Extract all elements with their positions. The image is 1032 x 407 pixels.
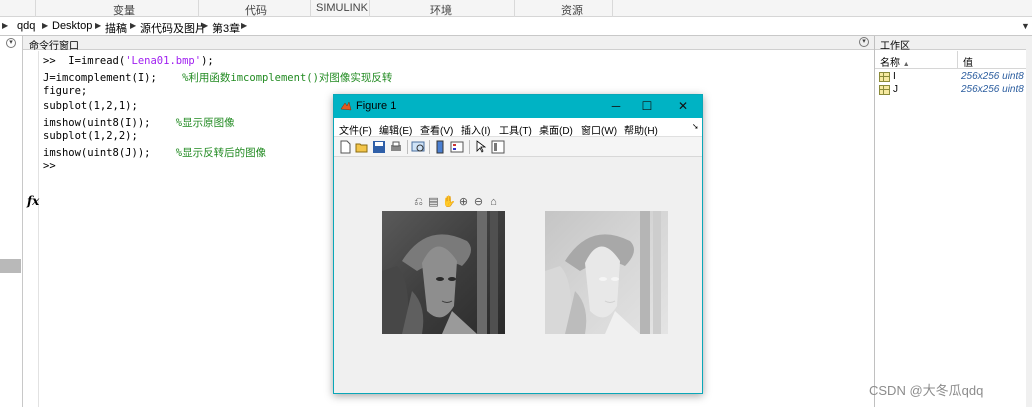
command-window-titlebar: 命令行窗口 ▾ <box>23 36 874 52</box>
chevron-right-icon: ▶ <box>2 21 9 30</box>
workspace-panel: 工作区 名称 ▲ 值 I 256x256 uint8 J 256x256 uin… <box>874 36 1032 407</box>
toolbar-separator <box>429 140 430 154</box>
left-scroll-thumb[interactable] <box>0 259 21 273</box>
toolstrip: 变量 代码 SIMULINK 环境 资源 <box>0 0 1032 17</box>
column-header-name[interactable]: 名称 ▲ <box>880 54 910 69</box>
variable-value: 256x256 uint8 <box>961 84 1024 95</box>
figure-menubar: 文件(F) 编辑(E) 查看(V) 插入(I) 工具(T) 桌面(D) 窗口(W… <box>334 118 702 137</box>
matrix-variable-icon <box>879 72 890 82</box>
toolbar-separator <box>469 140 470 154</box>
print-preview-icon[interactable] <box>411 140 425 154</box>
colorbar-icon[interactable] <box>433 140 447 154</box>
sort-ascending-icon: ▲ <box>902 61 910 68</box>
command-gutter <box>23 51 39 407</box>
function-browser-icon[interactable]: fx <box>27 194 39 208</box>
workspace-scrollbar[interactable] <box>1026 36 1032 407</box>
menu-desktop[interactable]: 桌面(D) <box>539 122 573 137</box>
pan-hand-icon[interactable]: ✋ <box>442 196 456 209</box>
pointer-icon[interactable] <box>474 140 488 154</box>
original-image-axes[interactable] <box>382 211 505 334</box>
menu-help[interactable]: 帮助(H) <box>624 122 658 137</box>
close-icon[interactable]: ✕ <box>671 98 695 115</box>
panel-options-icon[interactable]: ▾ <box>6 38 16 48</box>
code-line-4: subplot(1,2,1); <box>43 100 138 112</box>
code-line-7: imshow(uint8(J)); %显示反转后的图像 <box>43 147 267 159</box>
maximize-icon[interactable]: ☐ <box>635 98 659 115</box>
menu-edit[interactable]: 编辑(E) <box>379 122 412 137</box>
menu-tools[interactable]: 工具(T) <box>499 122 532 137</box>
print-icon[interactable] <box>389 140 403 154</box>
chevron-right-icon: ▶ <box>202 21 209 30</box>
toolbar-separator <box>407 140 408 154</box>
home-icon[interactable]: ⌂ <box>487 196 500 209</box>
toolstrip-separator <box>310 0 311 17</box>
dropdown-arrow-icon[interactable]: ▼ <box>1021 21 1030 31</box>
column-header-value[interactable]: 值 <box>963 54 973 69</box>
breadcrumb-desktop[interactable]: Desktop <box>52 20 92 32</box>
code-line-5: imshow(uint8(I)); %显示原图像 <box>43 117 235 129</box>
column-separator[interactable] <box>957 51 958 69</box>
chevron-right-icon: ▶ <box>95 21 102 30</box>
toolstrip-separator <box>35 0 36 17</box>
command-prompt-input[interactable]: >> <box>43 160 56 172</box>
figure-window[interactable]: Figure 1 ─ ☐ ✕ 文件(F) 编辑(E) 查看(V) 插入(I) 工… <box>333 94 703 394</box>
breadcrumb-chapter3[interactable]: 第3章 <box>212 20 240 36</box>
minimize-icon[interactable]: ─ <box>604 98 628 115</box>
menu-overflow-icon[interactable]: ➘ <box>692 122 699 131</box>
section-resources[interactable]: 资源 <box>561 2 583 18</box>
code-line-6: subplot(1,2,2); <box>43 130 138 142</box>
zoom-out-icon[interactable]: ⊖ <box>472 196 485 209</box>
new-figure-icon[interactable] <box>338 140 352 154</box>
export-icon[interactable]: ⎌ <box>412 196 425 209</box>
panel-options-icon[interactable]: ▾ <box>859 37 869 47</box>
menu-window[interactable]: 窗口(W) <box>581 122 617 137</box>
left-panel-strip: ▾ <box>0 36 23 407</box>
toolstrip-separator <box>198 0 199 17</box>
variable-name: I <box>893 71 896 82</box>
variable-name: J <box>893 84 898 95</box>
section-environment[interactable]: 环境 <box>430 2 452 18</box>
figure-toolbar <box>334 137 702 157</box>
property-inspector-icon[interactable] <box>491 140 505 154</box>
matrix-variable-icon <box>879 85 890 95</box>
code-line-2: J=imcomplement(I); %利用函数imcomplement()对图… <box>43 72 393 84</box>
workspace-variable-row[interactable]: J 256x256 uint8 <box>875 84 1032 97</box>
code-line-3: figure; <box>43 85 88 97</box>
chevron-right-icon: ▶ <box>241 21 248 30</box>
toolstrip-separator <box>514 0 515 17</box>
complement-image-axes[interactable] <box>545 211 668 334</box>
current-folder-address-bar[interactable]: ▶ qdq ▶ Desktop ▶ 描稿 ▶ 源代码及图片 ▶ 第3章 ▶ ▼ <box>0 17 1032 36</box>
figure-title: Figure 1 <box>356 100 397 112</box>
chevron-right-icon: ▶ <box>130 21 137 30</box>
workspace-variable-row[interactable]: I 256x256 uint8 <box>875 71 1032 84</box>
workspace-title: 工作区 <box>880 41 910 52</box>
menu-view[interactable]: 查看(V) <box>420 122 453 137</box>
section-code[interactable]: 代码 <box>245 2 267 18</box>
matlab-logo-icon <box>340 101 352 111</box>
section-variable[interactable]: 变量 <box>113 2 135 18</box>
toolstrip-separator <box>369 0 370 17</box>
workspace-header-row: 名称 ▲ 值 <box>875 51 1032 69</box>
menu-insert[interactable]: 插入(I) <box>461 122 490 137</box>
command-window-title: 命令行窗口 <box>29 41 79 52</box>
section-simulink[interactable]: SIMULINK <box>316 2 368 14</box>
zoom-in-icon[interactable]: ⊕ <box>457 196 470 209</box>
toolstrip-separator <box>612 0 613 17</box>
breadcrumb-folder[interactable]: 描稿 <box>105 20 127 36</box>
csdn-watermark: CSDN @大冬瓜qdq <box>869 383 984 398</box>
chevron-right-icon: ▶ <box>42 21 49 30</box>
figure-titlebar[interactable]: Figure 1 ─ ☐ ✕ <box>334 95 702 118</box>
code-line-1: >> I=imread('Lena01.bmp'); <box>43 55 214 67</box>
breadcrumb-qdq[interactable]: qdq <box>17 20 35 32</box>
workspace-titlebar: 工作区 <box>875 36 1032 52</box>
save-icon[interactable] <box>372 140 386 154</box>
open-file-icon[interactable] <box>355 140 369 154</box>
breadcrumb-source-folder[interactable]: 源代码及图片 <box>140 20 206 36</box>
legend-icon[interactable] <box>450 140 464 154</box>
data-tips-icon[interactable]: ▤ <box>427 196 440 209</box>
variable-value: 256x256 uint8 <box>961 71 1024 82</box>
menu-file[interactable]: 文件(F) <box>339 122 372 137</box>
